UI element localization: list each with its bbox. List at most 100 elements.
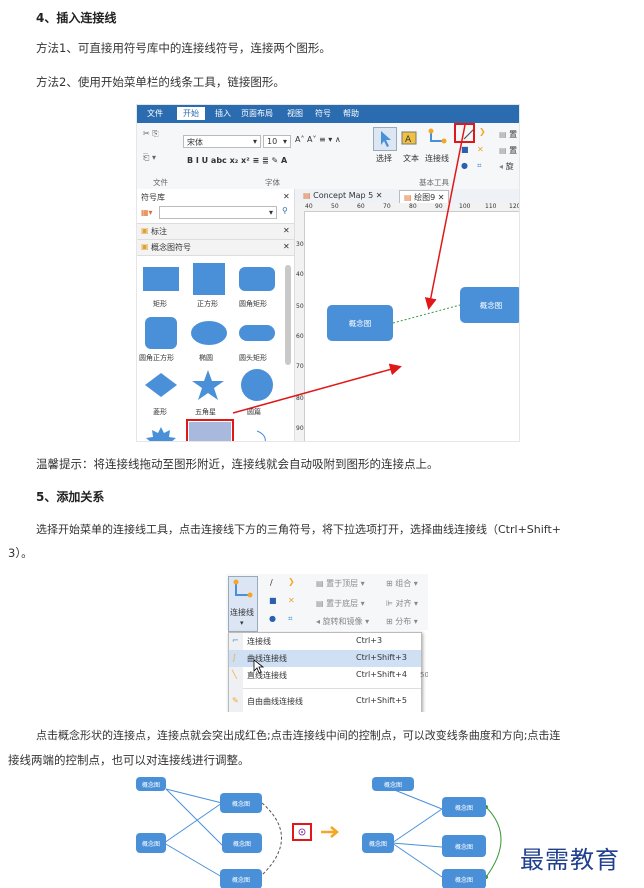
shape-label: 圆篇: [247, 408, 261, 416]
paste-icon[interactable]: ⎗ ▾: [143, 153, 156, 163]
shape-rounded-rectangle[interactable]: [239, 267, 275, 291]
shape-rectangle[interactable]: [143, 267, 179, 291]
svg-text:A: A: [405, 135, 412, 145]
cross-tool-icon[interactable]: ✕: [477, 145, 484, 154]
symbol-library-panel: 符号库 ✕ ▦▾ ▾ ⚲ ▣ 标注 ✕ ▣ 概念图符号 ✕ 矩形 正方形 圆角矩…: [137, 189, 295, 442]
font-name-select[interactable]: 宋体 ▾: [183, 135, 261, 148]
shape-label: 菱形: [153, 408, 167, 416]
format-icons[interactable]: B I U abc x₂ x² ≡ ≣ ✎ A: [187, 156, 287, 165]
bring-front-item[interactable]: ▤ 置于顶层 ▾: [316, 578, 365, 589]
library-search-input[interactable]: ▾: [159, 206, 277, 219]
concept-node[interactable]: 概念图: [220, 793, 262, 813]
library-section-callout[interactable]: ▣ 标注 ✕: [137, 223, 294, 240]
font-size-select[interactable]: 10 ▾: [263, 135, 291, 148]
concept-node[interactable]: 概念图: [136, 833, 166, 853]
crop-tool-icon[interactable]: ⌗: [288, 614, 293, 624]
distribute-item[interactable]: ⊞ 分布 ▾: [386, 616, 418, 627]
shape-label: 椭圆: [199, 354, 213, 362]
concept-node[interactable]: 概念图: [222, 833, 262, 853]
para3-line2: 接线两端的控制点，也可以对连接线进行调整。: [8, 753, 250, 767]
curve-tool-icon[interactable]: ❯: [288, 577, 295, 586]
select-tool-label[interactable]: 选择: [376, 153, 392, 164]
shape-star[interactable]: [191, 369, 225, 401]
ribbon-toolbar: ✂ ⎘ ⎗ ▾ 宋体 ▾ 10 ▾ A˄ A˅ ≡ ▾ ∧ B I U abc x₂…: [137, 123, 519, 190]
concept-node[interactable]: 概念图: [372, 777, 414, 791]
rect-tool-icon[interactable]: ■: [461, 145, 469, 154]
tab-concept-map[interactable]: ▤ Concept Map 5 ✕: [303, 191, 383, 200]
group-file-label: 文件: [153, 178, 168, 187]
ellipse-tool-icon[interactable]: ●: [461, 161, 468, 170]
para3-line1: 点击概念形状的连接点，连接点就会突出成红色;点击连接线中间的控制点，可以改变线条…: [36, 729, 561, 742]
rotate-label[interactable]: ◂ 旋: [499, 161, 514, 172]
rect-tool-icon[interactable]: ■: [269, 596, 277, 605]
menu-item-connector[interactable]: ⌐ 连接线 Ctrl+3: [229, 633, 421, 650]
shape-round-rectangle[interactable]: [239, 325, 275, 341]
connector-tool-label[interactable]: 连接线: [425, 153, 449, 164]
send-back-item[interactable]: ▤ 置于底层 ▾: [316, 598, 365, 609]
tab-insert[interactable]: 插入: [215, 108, 231, 119]
bring-front-label[interactable]: ▤ 置: [499, 129, 517, 140]
crop-tool-icon[interactable]: ⌗: [477, 161, 482, 171]
shape-label: 圆角矩形: [239, 300, 267, 308]
freehand-connector-icon: ✎: [232, 696, 239, 705]
select-tool-icon[interactable]: [373, 127, 397, 151]
group-font-label: 字体: [265, 178, 280, 187]
chevron-down-icon[interactable]: ▾: [240, 619, 244, 627]
section5-heading: 5、添加关系: [36, 490, 105, 504]
close-icon[interactable]: ✕: [283, 192, 290, 201]
control-point-highlight[interactable]: [292, 823, 312, 841]
align-item[interactable]: ⊫ 对齐 ▾: [386, 598, 418, 609]
cross-tool-icon[interactable]: ✕: [288, 596, 295, 605]
library-scrollbar[interactable]: [285, 265, 291, 365]
text-tool-icon[interactable]: A: [401, 129, 419, 147]
concept-map-before-after: 概念图 概念图 概念图 概念图 概念图 概念图 概念图 概念图 概念图 概念图: [136, 777, 520, 888]
menu-item-freehand-connector[interactable]: ✎ 自由曲线连接线 Ctrl+Shift+5: [229, 693, 421, 710]
library-section-concept[interactable]: ▣ 概念图符号 ✕: [137, 240, 294, 256]
search-icon[interactable]: ⚲: [282, 206, 288, 215]
shape-circle[interactable]: [241, 369, 273, 401]
tip-text: 温馨提示：将连接线拖动至图形附近，连接线就会自动吸附到图形的连接点上。: [36, 457, 439, 471]
text-tool-label[interactable]: 文本: [403, 153, 419, 164]
connector-button[interactable]: 连接线 ▾: [228, 576, 258, 632]
shape-ellipse[interactable]: [191, 321, 227, 345]
screenshot-edraw-connector: 文件 开始 插入 页面布局 视图 符号 帮助 ✂ ⎘ ⎗ ▾ 宋体 ▾ 10 ▾ A…: [136, 104, 520, 442]
section5-para-line1: 选择开始菜单的连接线工具，点击连接线下方的三角符号，将下拉选项打开，选择曲线连接…: [36, 523, 562, 536]
group-item[interactable]: ⊞ 组合 ▾: [386, 578, 418, 589]
shape-square[interactable]: [193, 263, 225, 295]
concept-node[interactable]: 概念图: [220, 869, 262, 888]
tab-home[interactable]: 开始: [177, 107, 205, 120]
shape-burst[interactable]: [143, 425, 179, 442]
rotate-mirror-item[interactable]: ◂ 旋转和镜像 ▾: [316, 616, 369, 627]
concept-node[interactable]: 概念图: [442, 835, 486, 857]
connector-symbol-highlight: [186, 419, 234, 441]
curve-tool-icon[interactable]: ❯: [479, 127, 486, 136]
tab-help[interactable]: 帮助: [343, 108, 359, 119]
clipboard-icon[interactable]: ✂ ⎘: [143, 129, 159, 139]
send-back-label[interactable]: ▤ 置: [499, 145, 517, 156]
concept-node[interactable]: 概念图: [442, 797, 486, 817]
document-tab-bar: ▤ Concept Map 5 ✕ ▤ 绘图9 ✕: [295, 189, 519, 205]
tab-file[interactable]: 文件: [147, 108, 163, 119]
tab-view[interactable]: 视图: [287, 108, 303, 119]
shape-label: 正方形: [197, 300, 218, 308]
tab-symbol[interactable]: 符号: [315, 108, 331, 119]
drawing-canvas[interactable]: 40 50 60 70 80 90 100 110 120 30 40 50 6…: [295, 203, 520, 442]
tab-page-layout[interactable]: 页面布局: [241, 108, 273, 119]
shape-arc[interactable]: [255, 429, 269, 442]
ellipse-tool-icon[interactable]: ●: [269, 614, 276, 623]
menu-divider: [243, 688, 421, 689]
line-tool-icon[interactable]: ∕: [270, 578, 273, 587]
concept-node[interactable]: 概念图: [362, 833, 394, 853]
font-grow-icons[interactable]: A˄ A˅ ≡ ▾ ∧: [295, 135, 341, 144]
shape-rounded-square[interactable]: [145, 317, 177, 349]
connector-line[interactable]: [295, 203, 520, 442]
curve-connector-icon: ∫: [232, 653, 237, 662]
connector-button-label: 连接线: [230, 608, 254, 617]
concept-node[interactable]: 概念图: [136, 777, 166, 791]
shape-label: 圆角正方形: [139, 354, 174, 362]
concept-node[interactable]: 概念图: [442, 869, 486, 888]
shape-diamond[interactable]: [143, 371, 179, 399]
library-grid-icon[interactable]: ▦▾: [141, 208, 153, 217]
connector-tool-icon[interactable]: [427, 127, 449, 149]
symbol-library-title: 符号库: [141, 193, 165, 202]
